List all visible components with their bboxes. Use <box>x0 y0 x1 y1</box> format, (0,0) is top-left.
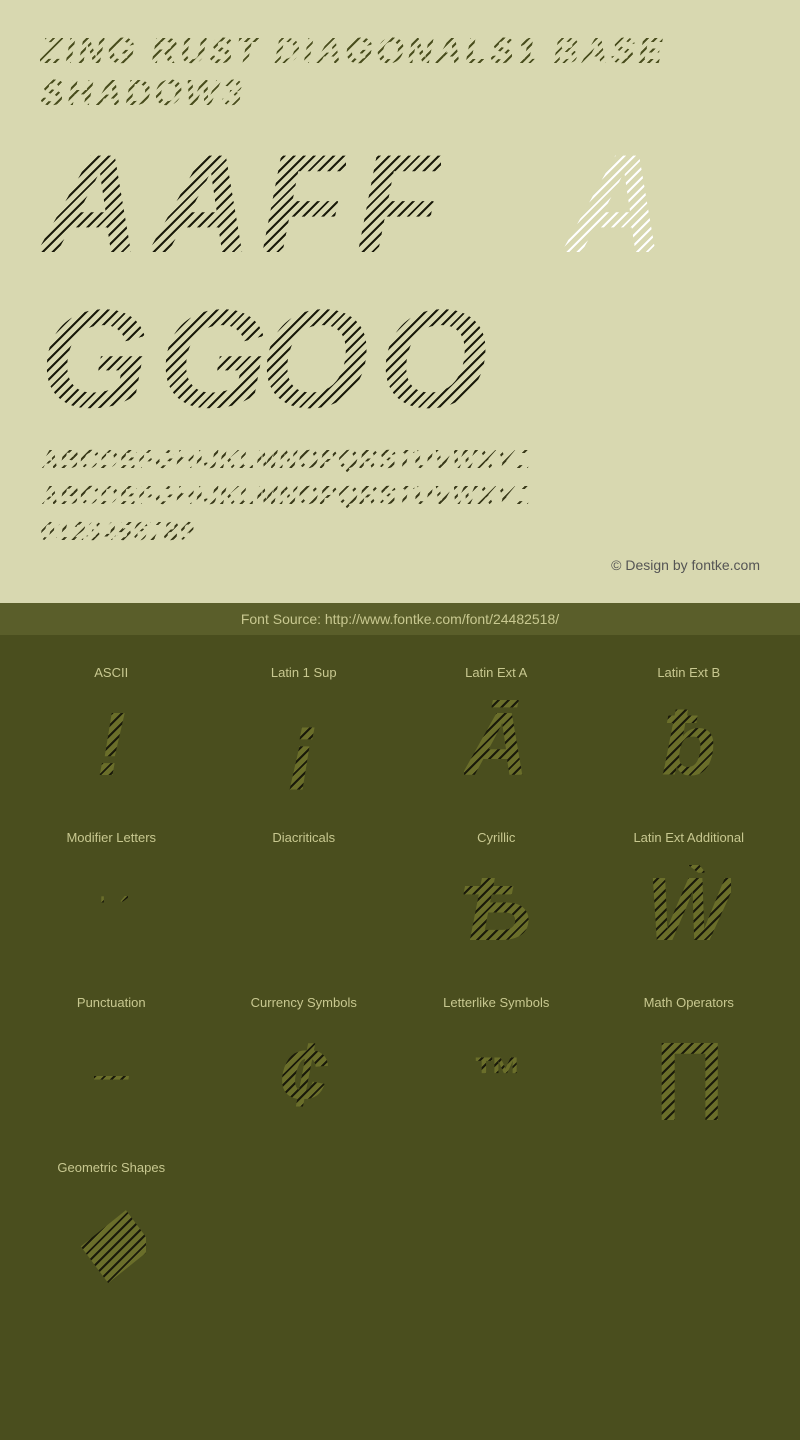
charset-grid: ASCII ! Latin 1 Sup ¡ Latin Ext A Ā Lati… <box>20 655 780 1305</box>
charset-latinextb-label: Latin Ext B <box>657 665 720 680</box>
glyph-F1: F <box>260 134 346 274</box>
charset-currencysymbols: Currency Symbols ¢ <box>213 985 396 1140</box>
charset-cyrillic-glyph: Ѣ <box>410 855 583 965</box>
currencysymbols-glyph-char: ¢ <box>279 1030 329 1120</box>
charset-mathoperators-glyph: ∏ <box>603 1020 776 1130</box>
charset-latinexta: Latin Ext A Ā <box>405 655 588 810</box>
charset-punctuation: Punctuation — <box>20 985 203 1140</box>
glyph-display-row1: A A F F A <box>40 134 760 274</box>
latinextadd-glyph-char: Ẁ <box>646 865 731 955</box>
punctuation-glyph-char: — <box>94 1058 129 1093</box>
charset-latinextadd: Latin Ext Additional Ẁ <box>598 820 781 975</box>
glyph-O1: O <box>260 289 369 429</box>
font-title: ZING RUST DIAGONALS1 BASE SHADOW3 <box>40 30 760 114</box>
letterlikesymbols-glyph-char: ™ <box>471 1050 521 1100</box>
charset-currencysymbols-glyph: ¢ <box>218 1020 391 1130</box>
charset-modletters: Modifier Letters ˈ ˊ <box>20 820 203 975</box>
source-label: Font Source: http://www.fontke.com/font/… <box>241 611 559 627</box>
geometricshapes-glyph-char: ◆ <box>77 1195 146 1285</box>
glyph-aa: A A <box>40 134 260 274</box>
charset-empty3 <box>598 1150 781 1305</box>
charset-ascii-label: ASCII <box>94 665 128 680</box>
charset-cyrillic: Cyrillic Ѣ <box>405 820 588 975</box>
cyrillic-glyph-char: Ѣ <box>459 865 533 955</box>
charset-diacriticals-glyph <box>218 855 391 965</box>
lowercase-alphabet: ABCDEFGHIJKLMNOPQRSTUVWXYZ <box>40 480 760 511</box>
glyph-G2: G <box>159 289 268 429</box>
glyph-a-white: A <box>480 134 760 274</box>
latinexta-glyph-char: Ā <box>464 700 529 790</box>
glyph-A2: A <box>151 134 252 274</box>
glyph-O2: O <box>379 289 488 429</box>
ascii-glyph-char: ! <box>96 700 126 790</box>
copyright: © Design by fontke.com <box>40 552 760 583</box>
glyph-F2: F <box>356 134 442 274</box>
dark-section: ASCII ! Latin 1 Sup ¡ Latin Ext A Ā Lati… <box>0 635 800 1325</box>
glyph-gg: G G <box>40 289 260 429</box>
charset-punctuation-label: Punctuation <box>77 995 146 1010</box>
glyph-G1: G <box>40 289 149 429</box>
charset-modletters-label: Modifier Letters <box>66 830 156 845</box>
uppercase-alphabet: ABCDEFGHIJKLMNOPQRSTUVWXYZ <box>40 444 760 475</box>
charset-modletters-glyph: ˈ ˊ <box>25 855 198 965</box>
glyph-A1: A <box>40 134 141 274</box>
charset-diacriticals-label: Diacriticals <box>272 830 335 845</box>
alphabet-section: ABCDEFGHIJKLMNOPQRSTUVWXYZ ABCDEFGHIJKLM… <box>40 444 760 547</box>
charset-mathoperators: Math Operators ∏ <box>598 985 781 1140</box>
charset-empty2 <box>405 1150 588 1305</box>
glyph-ff: F F <box>260 134 480 274</box>
charset-latinextb: Latin Ext B ƀ <box>598 655 781 810</box>
charset-diacriticals: Diacriticals <box>213 820 396 975</box>
charset-currencysymbols-label: Currency Symbols <box>251 995 357 1010</box>
charset-ascii-glyph: ! <box>25 690 198 800</box>
charset-latinextadd-glyph: Ẁ <box>603 855 776 965</box>
charset-geometricshapes-glyph: ◆ <box>25 1185 198 1295</box>
charset-geometricshapes: Geometric Shapes ◆ <box>20 1150 203 1305</box>
charset-latinextadd-label: Latin Ext Additional <box>633 830 744 845</box>
source-bar: Font Source: http://www.fontke.com/font/… <box>0 603 800 635</box>
charset-punctuation-glyph: — <box>25 1020 198 1130</box>
charset-latin1sup: Latin 1 Sup ¡ <box>213 655 396 810</box>
mathoperators-glyph-char: ∏ <box>652 1030 726 1120</box>
charset-geometricshapes-label: Geometric Shapes <box>57 1160 165 1175</box>
charset-ascii: ASCII ! <box>20 655 203 810</box>
modletters-glyph-char: ˈ ˊ <box>95 893 128 928</box>
charset-letterlikesymbols-glyph: ™ <box>410 1020 583 1130</box>
charset-letterlikesymbols: Letterlike Symbols ™ <box>405 985 588 1140</box>
charset-empty1 <box>213 1150 396 1305</box>
top-section: ZING RUST DIAGONALS1 BASE SHADOW3 A A F … <box>0 0 800 603</box>
charset-latinexta-label: Latin Ext A <box>465 665 527 680</box>
charset-letterlikesymbols-label: Letterlike Symbols <box>443 995 549 1010</box>
glyph-A-white: A <box>564 134 665 274</box>
latinextb-glyph-char: ƀ <box>661 700 716 790</box>
numbers: 0123456789 <box>40 516 760 547</box>
charset-latin1sup-glyph: ¡ <box>218 690 391 800</box>
latin1sup-glyph-char: ¡ <box>289 700 319 790</box>
charset-latin1sup-label: Latin 1 Sup <box>271 665 337 680</box>
charset-mathoperators-label: Math Operators <box>644 995 734 1010</box>
charset-latinexta-glyph: Ā <box>410 690 583 800</box>
charset-latinextb-glyph: ƀ <box>603 690 776 800</box>
charset-cyrillic-label: Cyrillic <box>477 830 515 845</box>
glyph-display-row2: G G O O <box>40 289 760 429</box>
glyph-oo: O O <box>260 289 480 429</box>
